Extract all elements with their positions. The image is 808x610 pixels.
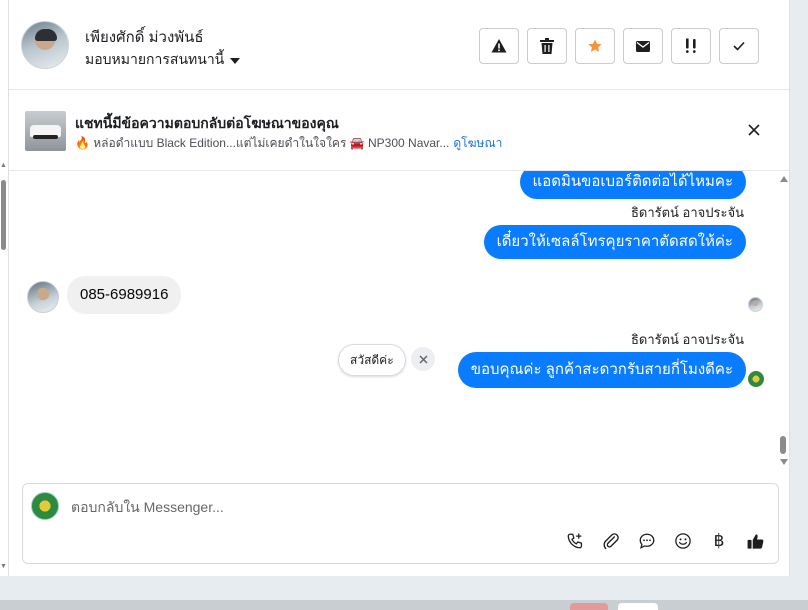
star-button[interactable] [575, 28, 615, 64]
emoji-button[interactable] [671, 529, 695, 553]
follow-up-button[interactable] [671, 28, 711, 64]
outgoing-message[interactable]: แอดมินขอเบอร์ติดต่อได้ไหมคะ [519, 171, 746, 199]
taskbar-item[interactable] [570, 603, 608, 610]
view-ad-link[interactable]: ดูโฆษณา [453, 134, 502, 153]
scroll-up-icon[interactable]: ▲ [0, 162, 7, 169]
ad-subtitle: 🔥 หล่อดำแบบ Black Edition...แต่ไม่เคยดำใ… [75, 134, 502, 153]
message-scroll-thumb[interactable] [780, 436, 786, 454]
assign-label: มอบหมายการสนทนานี้ [85, 51, 225, 67]
page-avatar [31, 492, 59, 520]
conversation-panel: เพียงศักดิ์ ม่วงพันธ์ มอบหมายการสนทนานี้… [8, 0, 790, 576]
sender-name: ธิดารัตน์ อาจประจัน [630, 332, 744, 347]
spam-button[interactable] [479, 28, 519, 64]
page-seen-avatar [748, 371, 764, 387]
call-add-icon [567, 533, 583, 549]
left-scrollbar[interactable]: ▲ ▼ [0, 0, 8, 576]
emoji-icon [675, 533, 691, 549]
trash-icon [540, 38, 554, 54]
ad-description: 🔥 หล่อดำแบบ Black Edition...แต่ไม่เคยดำใ… [75, 136, 450, 150]
thumbs-up-icon [747, 533, 763, 549]
quick-reply-chip[interactable]: สวัสดีค่ะ [338, 344, 406, 376]
message-composer: ฿ [22, 483, 779, 564]
call-add-button[interactable] [563, 529, 587, 553]
contact-name[interactable]: เพียงศักดิ์ ม่วงพันธ์ [85, 25, 204, 49]
mark-unread-button[interactable] [623, 28, 663, 64]
read-receipt-avatar [748, 297, 763, 312]
priority-icon [686, 38, 696, 53]
sender-name: ธิดารัตน์ อาจประจัน [630, 205, 744, 220]
like-button[interactable] [743, 529, 767, 553]
chat-bubble-icon [639, 533, 655, 549]
envelope-icon [636, 40, 650, 52]
taskbar-item[interactable] [618, 603, 658, 610]
assign-dropdown[interactable]: มอบหมายการสนทนานี้ [85, 49, 241, 71]
attach-button[interactable] [599, 529, 623, 553]
outgoing-message[interactable]: เดี๋ยวให้เซลล์โทรคุยราคาตัดสดให้ค่ะ [483, 225, 746, 259]
close-banner-button[interactable] [745, 121, 763, 139]
ad-banner: แชทนี้มีข้อความตอบกลับต่อโฆษณาของคุณ 🔥 ห… [9, 91, 789, 171]
contact-avatar[interactable] [27, 281, 59, 313]
check-icon [733, 41, 745, 51]
scroll-up-icon[interactable] [780, 176, 788, 182]
baht-icon: ฿ [713, 531, 725, 550]
ad-thumbnail[interactable] [25, 111, 66, 151]
outgoing-message[interactable]: ขอบคุณค่ะ ลูกค้าสะดวกรับสายกี่โมงดีคะ [457, 352, 746, 388]
avatar[interactable] [21, 21, 69, 69]
ad-title: แชทนี้มีข้อความตอบกลับต่อโฆษณาของคุณ [75, 115, 339, 131]
scroll-down-icon[interactable] [780, 459, 788, 465]
taskbar [0, 600, 808, 610]
star-icon [588, 39, 602, 52]
done-button[interactable] [719, 28, 759, 64]
saved-reply-button[interactable] [635, 529, 659, 553]
caret-down-icon [230, 57, 241, 64]
warning-icon [491, 39, 507, 53]
payment-button[interactable]: ฿ [707, 529, 731, 553]
dismiss-quick-reply-button[interactable] [411, 347, 435, 371]
close-icon [748, 124, 760, 136]
message-thread[interactable]: แอดมินขอเบอร์ติดต่อได้ไหมคะ ธิดารัตน์ อา… [9, 171, 789, 471]
close-icon [418, 354, 428, 364]
reply-input[interactable] [71, 496, 671, 518]
conversation-header: เพียงศักดิ์ ม่วงพันธ์ มอบหมายการสนทนานี้ [9, 0, 789, 90]
delete-button[interactable] [527, 28, 567, 64]
scroll-down-icon[interactable]: ▼ [0, 563, 7, 570]
incoming-message[interactable]: 085-6989916 [67, 276, 182, 314]
paperclip-icon [603, 533, 619, 550]
left-scroll-thumb[interactable] [1, 180, 6, 250]
